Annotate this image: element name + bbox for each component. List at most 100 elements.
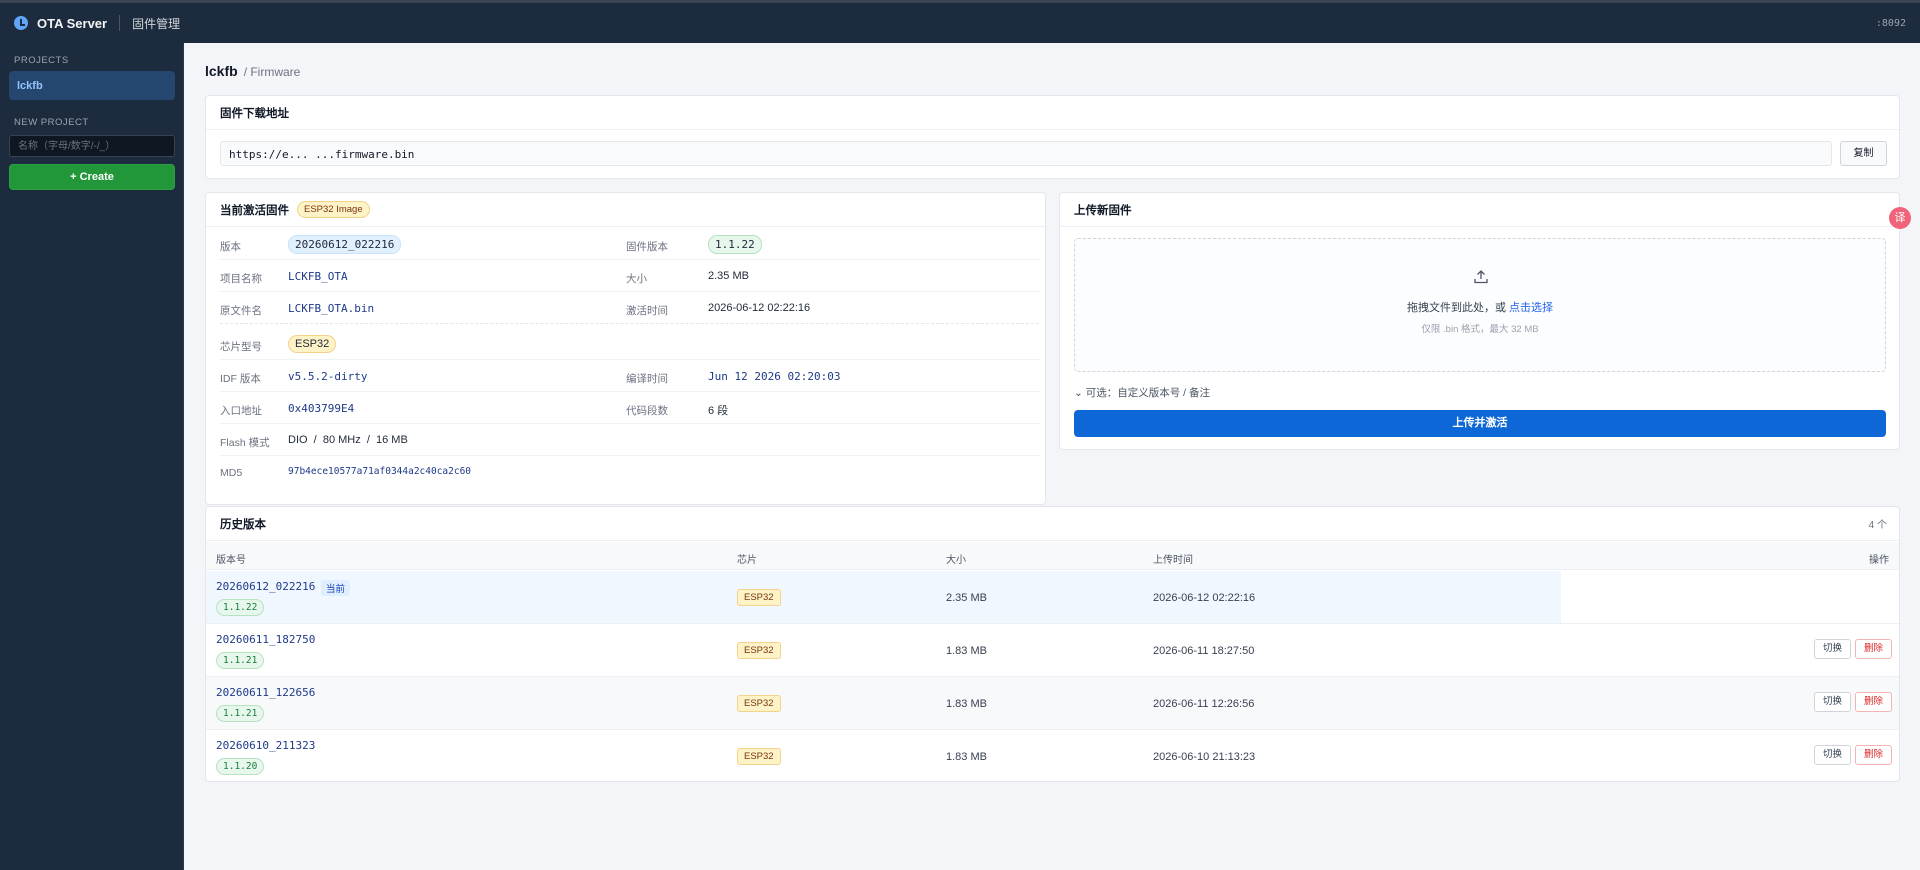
switch-button[interactable]: 切换	[1814, 692, 1851, 712]
row-semver: 1.1.21	[216, 652, 265, 669]
breadcrumb-project[interactable]: lckfb	[205, 63, 238, 79]
current-firmware-card: 当前激活固件 ESP32 Image 版本 20260612_022216 固件…	[205, 192, 1046, 505]
server-port: :8092	[1875, 17, 1906, 29]
table-row[interactable]: 20260612_022216 当前 1.1.22 ESP32 2.35 MB …	[206, 571, 1899, 624]
row-version: 20260610_211323	[216, 739, 316, 752]
table-row[interactable]: 20260611_182750 1.1.21 ESP32 1.83 MB 202…	[206, 624, 1899, 677]
build-time-value: Jun 12 2026 02:20:03	[708, 370, 841, 383]
upload-firmware-title: 上传新固件	[1060, 193, 1899, 227]
chip-label: 芯片型号	[220, 341, 262, 353]
switch-button[interactable]: 切换	[1814, 639, 1851, 659]
row-size: 1.83 MB	[946, 751, 987, 763]
row-semver: 1.1.20	[216, 758, 265, 775]
file-drop-zone[interactable]: 拖拽文件到此处，或 点击选择 仅限 .bin 格式，最大 32 MB	[1074, 238, 1886, 372]
fw-version-label: 固件版本	[626, 241, 668, 253]
project-name-value: LCKFB_OTA	[288, 270, 348, 283]
history-count: 4 个	[1868, 520, 1887, 531]
kv-row-flash: Flash 模式 DIO / 80 MHz / 16 MB	[220, 424, 1039, 456]
create-project-button[interactable]: + Create	[9, 164, 175, 190]
optional-settings-toggle[interactable]: ⌄ 可选：自定义版本号 / 备注	[1074, 385, 1210, 400]
idf-version-label: IDF 版本	[220, 373, 261, 385]
build-time-label: 编译时间	[626, 373, 668, 385]
breadcrumb-section: / Firmware	[243, 65, 301, 79]
projects-label: PROJECTS	[14, 55, 69, 66]
delete-button[interactable]: 删除	[1855, 745, 1892, 765]
breadcrumb: lckfb / Firmware	[205, 63, 300, 79]
entry-address-label: 入口地址	[220, 405, 262, 417]
col-chip: 芯片	[737, 555, 757, 566]
version-value: 20260612_022216	[288, 235, 402, 254]
image-type-badge: ESP32 Image	[297, 201, 370, 218]
kv-row-filename: 原文件名 LCKFB_OTA.bin 激活时间 2026-06-12 02:22…	[220, 292, 1039, 324]
row-time: 2026-06-12 02:22:16	[1153, 592, 1256, 604]
row-chip: ESP32	[737, 748, 781, 765]
activated-time-value: 2026-06-12 02:22:16	[708, 302, 811, 314]
download-url-title: 固件下载地址	[206, 96, 1899, 130]
row-chip: ESP32	[737, 642, 781, 659]
delete-button[interactable]: 删除	[1855, 692, 1892, 712]
segments-value: 6 段	[708, 405, 729, 417]
entry-address-value: 0x403799E4	[288, 402, 355, 415]
row-size: 1.83 MB	[946, 698, 987, 710]
current-tag: 当前	[321, 580, 351, 596]
chevron-down-icon: ⌄	[1074, 387, 1086, 399]
table-row[interactable]: 20260610_211323 1.1.20 ESP32 1.83 MB 202…	[206, 730, 1899, 783]
row-chip: ESP32	[737, 695, 781, 712]
row-time: 2026-06-11 12:26:56	[1153, 698, 1255, 710]
copy-button[interactable]: 复制	[1840, 141, 1887, 166]
brand[interactable]: OTA Server	[14, 16, 107, 31]
segments-label: 代码段数	[626, 405, 668, 417]
new-project-name-input[interactable]	[9, 135, 175, 157]
col-size: 大小	[946, 555, 966, 566]
app-name: OTA Server	[37, 15, 108, 31]
current-firmware-title: 当前激活固件	[220, 204, 289, 217]
table-row[interactable]: 20260611_122656 1.1.21 ESP32 1.83 MB 202…	[206, 677, 1899, 730]
col-actions: 操作	[1869, 555, 1889, 566]
activated-time-label: 激活时间	[626, 305, 668, 317]
history-card: 历史版本 4 个 版本号 芯片 大小 上传时间 操作 20260612_0222…	[205, 506, 1900, 782]
row-version: 20260612_022216	[216, 580, 316, 593]
col-upload-time: 上传时间	[1153, 555, 1193, 566]
md5-value: 97b4ece10577a71af0344a2c40ca2c60	[288, 466, 472, 477]
upload-and-activate-button[interactable]: 上传并激活	[1074, 410, 1886, 437]
optional-settings-label: 可选：自定义版本号 / 备注	[1085, 387, 1210, 399]
size-label: 大小	[626, 273, 647, 285]
row-semver: 1.1.21	[216, 705, 265, 722]
nav-firmware-management[interactable]: 固件管理	[132, 15, 180, 32]
sidebar-item-lckfb[interactable]: lckfb	[9, 71, 175, 100]
row-version: 20260611_182750	[216, 633, 316, 646]
drop-instruction: 拖拽文件到此处，或	[1406, 302, 1506, 314]
kv-row-entry: 入口地址 0x403799E4 代码段数 6 段	[220, 392, 1039, 424]
kv-row-version: 版本 20260612_022216 固件版本 1.1.22	[220, 228, 1039, 260]
drop-text: 拖拽文件到此处，或 点击选择	[1075, 299, 1885, 315]
flash-mode-value: DIO / 80 MHz / 16 MB	[288, 434, 408, 446]
row-size: 2.35 MB	[946, 592, 987, 604]
filename-value: LCKFB_OTA.bin	[288, 302, 375, 315]
kv-row-md5: MD5 97b4ece10577a71af0344a2c40ca2c60	[220, 456, 1039, 488]
version-label: 版本	[220, 241, 241, 253]
select-file-link[interactable]: 点击选择	[1509, 302, 1553, 314]
fw-version-value: 1.1.22	[708, 235, 762, 254]
sidebar: PROJECTS lckfb NEW PROJECT + Create	[0, 43, 184, 870]
md5-label: MD5	[220, 467, 243, 479]
chip-badge: ESP32	[288, 335, 337, 353]
switch-button[interactable]: 切换	[1814, 745, 1851, 765]
kv-row-project: 项目名称 LCKFB_OTA 大小 2.35 MB	[220, 260, 1039, 292]
download-url-field[interactable]: https://e... ...firmware.bin	[220, 141, 1832, 166]
translate-icon[interactable]: 译	[1889, 207, 1911, 229]
row-version: 20260611_122656	[216, 686, 316, 699]
history-title: 历史版本	[220, 518, 266, 531]
top-bar: OTA Server 固件管理 :8092	[0, 0, 1920, 43]
kv-row-chip: 芯片型号 ESP32	[220, 328, 1039, 360]
delete-button[interactable]: 删除	[1855, 639, 1892, 659]
idf-version-value: v5.5.2-dirty	[288, 370, 368, 383]
row-blank	[1561, 571, 1899, 623]
size-value: 2.35 MB	[708, 270, 749, 282]
kv-row-idf: IDF 版本 v5.5.2-dirty 编译时间 Jun 12 2026 02:…	[220, 360, 1039, 392]
row-size: 1.83 MB	[946, 645, 987, 657]
table-header: 版本号 芯片 大小 上传时间 操作	[206, 542, 1899, 570]
current-firmware-header: 当前激活固件 ESP32 Image	[206, 193, 1045, 227]
history-header: 历史版本 4 个	[206, 507, 1899, 541]
filename-label: 原文件名	[220, 305, 262, 317]
upload-icon	[1474, 270, 1488, 284]
